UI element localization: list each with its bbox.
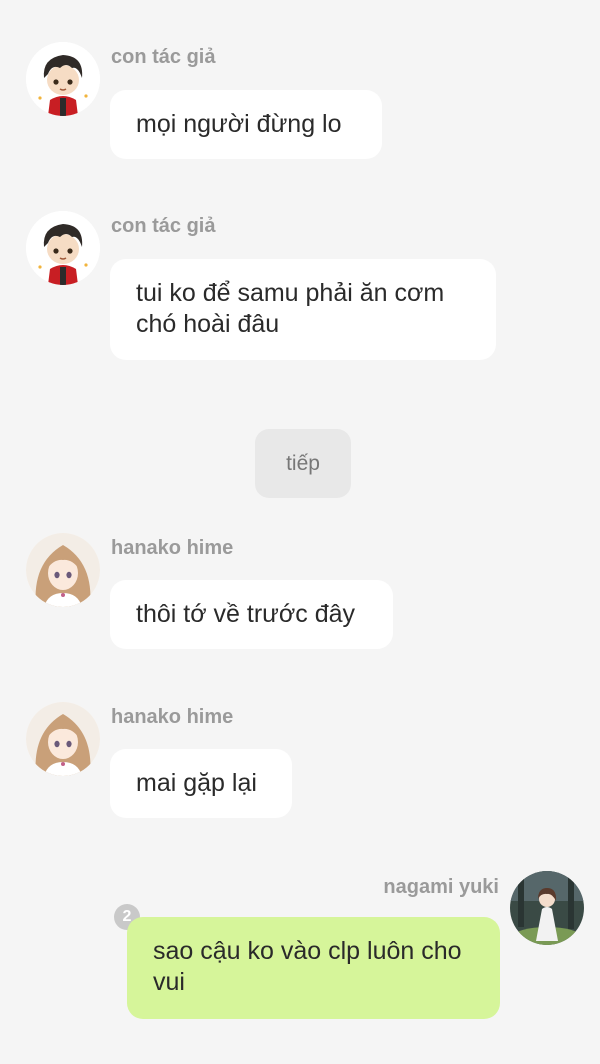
hanako-avatar[interactable] bbox=[26, 702, 100, 776]
yuki-avatar-icon bbox=[510, 871, 584, 945]
sender-name: hanako hime bbox=[111, 537, 234, 559]
message-text: mai gặp lại bbox=[136, 769, 257, 797]
message-text: tui ko để samu phải ăn cơm chó hoài đâu bbox=[136, 279, 445, 338]
hanako-avatar[interactable] bbox=[26, 533, 100, 607]
author-avatar[interactable] bbox=[26, 211, 100, 285]
author-avatar-icon bbox=[26, 211, 100, 285]
sender-name: con tác giả bbox=[111, 215, 216, 237]
author-avatar[interactable] bbox=[26, 42, 100, 116]
message-text: thôi tớ về trước đây bbox=[136, 600, 356, 628]
hanako-avatar-icon bbox=[26, 702, 100, 776]
sender-name: hanako hime bbox=[111, 706, 234, 728]
message-text: sao cậu ko vào clp luôn cho vui bbox=[153, 937, 462, 996]
message-bubble[interactable]: mai gặp lại bbox=[110, 749, 292, 818]
message-text: mọi người đừng lo bbox=[136, 110, 342, 138]
author-avatar-icon bbox=[26, 42, 100, 116]
message-bubble[interactable]: tui ko để samu phải ăn cơm chó hoài đâu bbox=[110, 259, 496, 360]
yuki-avatar[interactable] bbox=[510, 871, 584, 945]
message-bubble[interactable]: thôi tớ về trước đây bbox=[110, 580, 393, 649]
sender-name: nagami yuki bbox=[383, 876, 499, 898]
message-bubble[interactable]: mọi người đừng lo bbox=[110, 90, 382, 159]
message-bubble-mine[interactable]: sao cậu ko vào clp luôn cho vui bbox=[127, 917, 500, 1019]
sender-name: con tác giả bbox=[111, 46, 216, 68]
continue-button[interactable]: tiếp bbox=[255, 429, 351, 498]
hanako-avatar-icon bbox=[26, 533, 100, 607]
